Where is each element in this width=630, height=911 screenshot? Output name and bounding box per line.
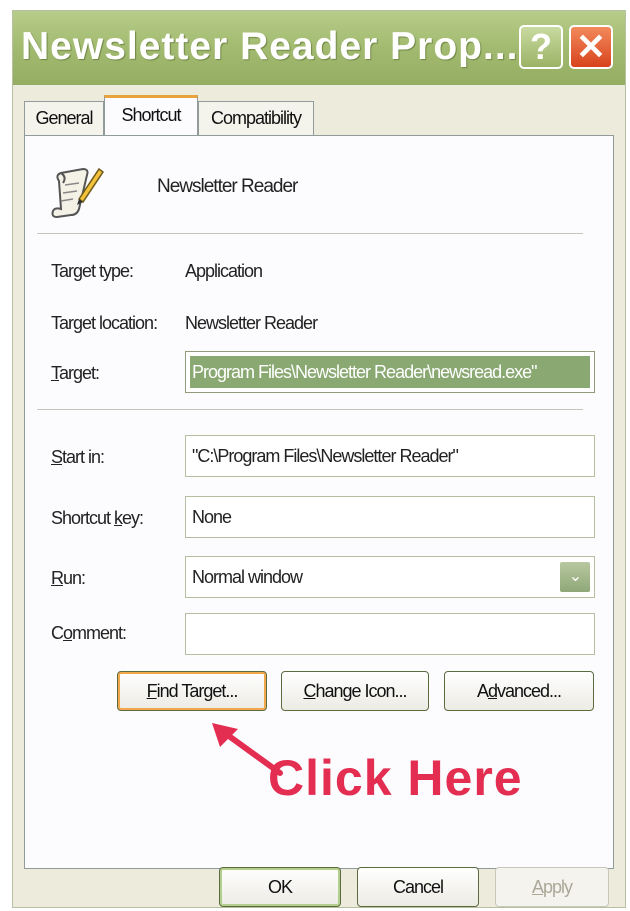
run-dropdown-value: Normal window [192,567,303,587]
target-label-text: arget: [59,363,100,383]
shortcut-name: Newsletter Reader [157,176,298,197]
run-label: Run: [51,568,86,589]
change-icon-label: hange Icon... [315,681,407,701]
find-target-label: ind Target... [156,681,239,701]
run-label-text: un: [63,568,86,588]
run-dropdown[interactable]: Normal window ⌄ [185,556,595,598]
scroll-with-pen-icon [51,167,105,219]
advanced-mnemonic: d [487,681,498,701]
apply-label: pply [542,877,573,897]
ok-button[interactable]: OK [219,867,341,907]
comment-field[interactable] [185,613,595,655]
comment-label: Comment: [51,623,127,644]
find-target-mnemonic: F [146,681,158,701]
window-title: Newsletter Reader Prop... [21,25,519,68]
change-icon-button[interactable]: Change Icon... [281,671,429,711]
run-label-mnemonic: R [51,568,64,588]
target-field-value: Program Files\Newsletter Reader\newsread… [190,356,590,388]
title-bar[interactable]: Newsletter Reader Prop... ? ✕ [13,11,625,85]
start-in-label: Start in: [51,447,105,468]
apply-button[interactable]: Apply [495,867,609,907]
properties-dialog: Newsletter Reader Prop... ? ✕ General Sh… [12,10,626,908]
start-in-label-mnemonic: S [51,447,63,467]
click-here-annotation: Click Here [268,750,523,806]
target-location-value: Newsletter Reader [185,313,318,333]
comment-label-pre: C [51,623,64,643]
tab-general[interactable]: General [24,101,104,135]
close-icon: ✕ [575,26,607,67]
help-button[interactable]: ? [519,25,563,69]
tab-compatibility[interactable]: Compatibility [198,101,314,135]
target-location-label: Target location: [51,313,158,333]
close-button[interactable]: ✕ [569,25,613,69]
target-label: Target: [51,363,100,384]
shortcut-key-label-text: ey: [122,508,144,528]
target-label-mnemonic: T [51,363,60,383]
apply-mnemonic: A [531,877,544,897]
shortcut-key-label: Shortcut key: [51,508,144,529]
comment-label-mnemonic: o [63,623,73,643]
help-icon: ? [530,26,552,67]
divider [37,233,583,235]
target-type-label: Target type: [51,261,134,281]
shortcut-key-field[interactable]: None [185,496,595,538]
change-icon-mnemonic: C [303,681,316,701]
target-type-value: Application [185,261,263,281]
find-target-button[interactable]: Find Target... [117,671,267,711]
cancel-button[interactable]: Cancel [357,867,479,907]
shortcut-key-label-mnemonic: k [114,508,123,528]
divider [37,409,583,411]
advanced-button[interactable]: Advanced... [444,671,594,711]
start-in-field[interactable]: "C:\Program Files\Newsletter Reader" [185,435,595,477]
advanced-label: vanced... [496,681,562,701]
target-field[interactable]: Program Files\Newsletter Reader\newsread… [185,351,595,393]
chevron-down-icon[interactable]: ⌄ [559,561,591,593]
comment-label-text: mment: [72,623,127,643]
advanced-label-pre: A [476,681,489,701]
tab-shortcut[interactable]: Shortcut [104,95,198,135]
shortcut-key-label-pre: Shortcut [51,508,115,528]
start-in-label-text: tart in: [62,447,105,467]
